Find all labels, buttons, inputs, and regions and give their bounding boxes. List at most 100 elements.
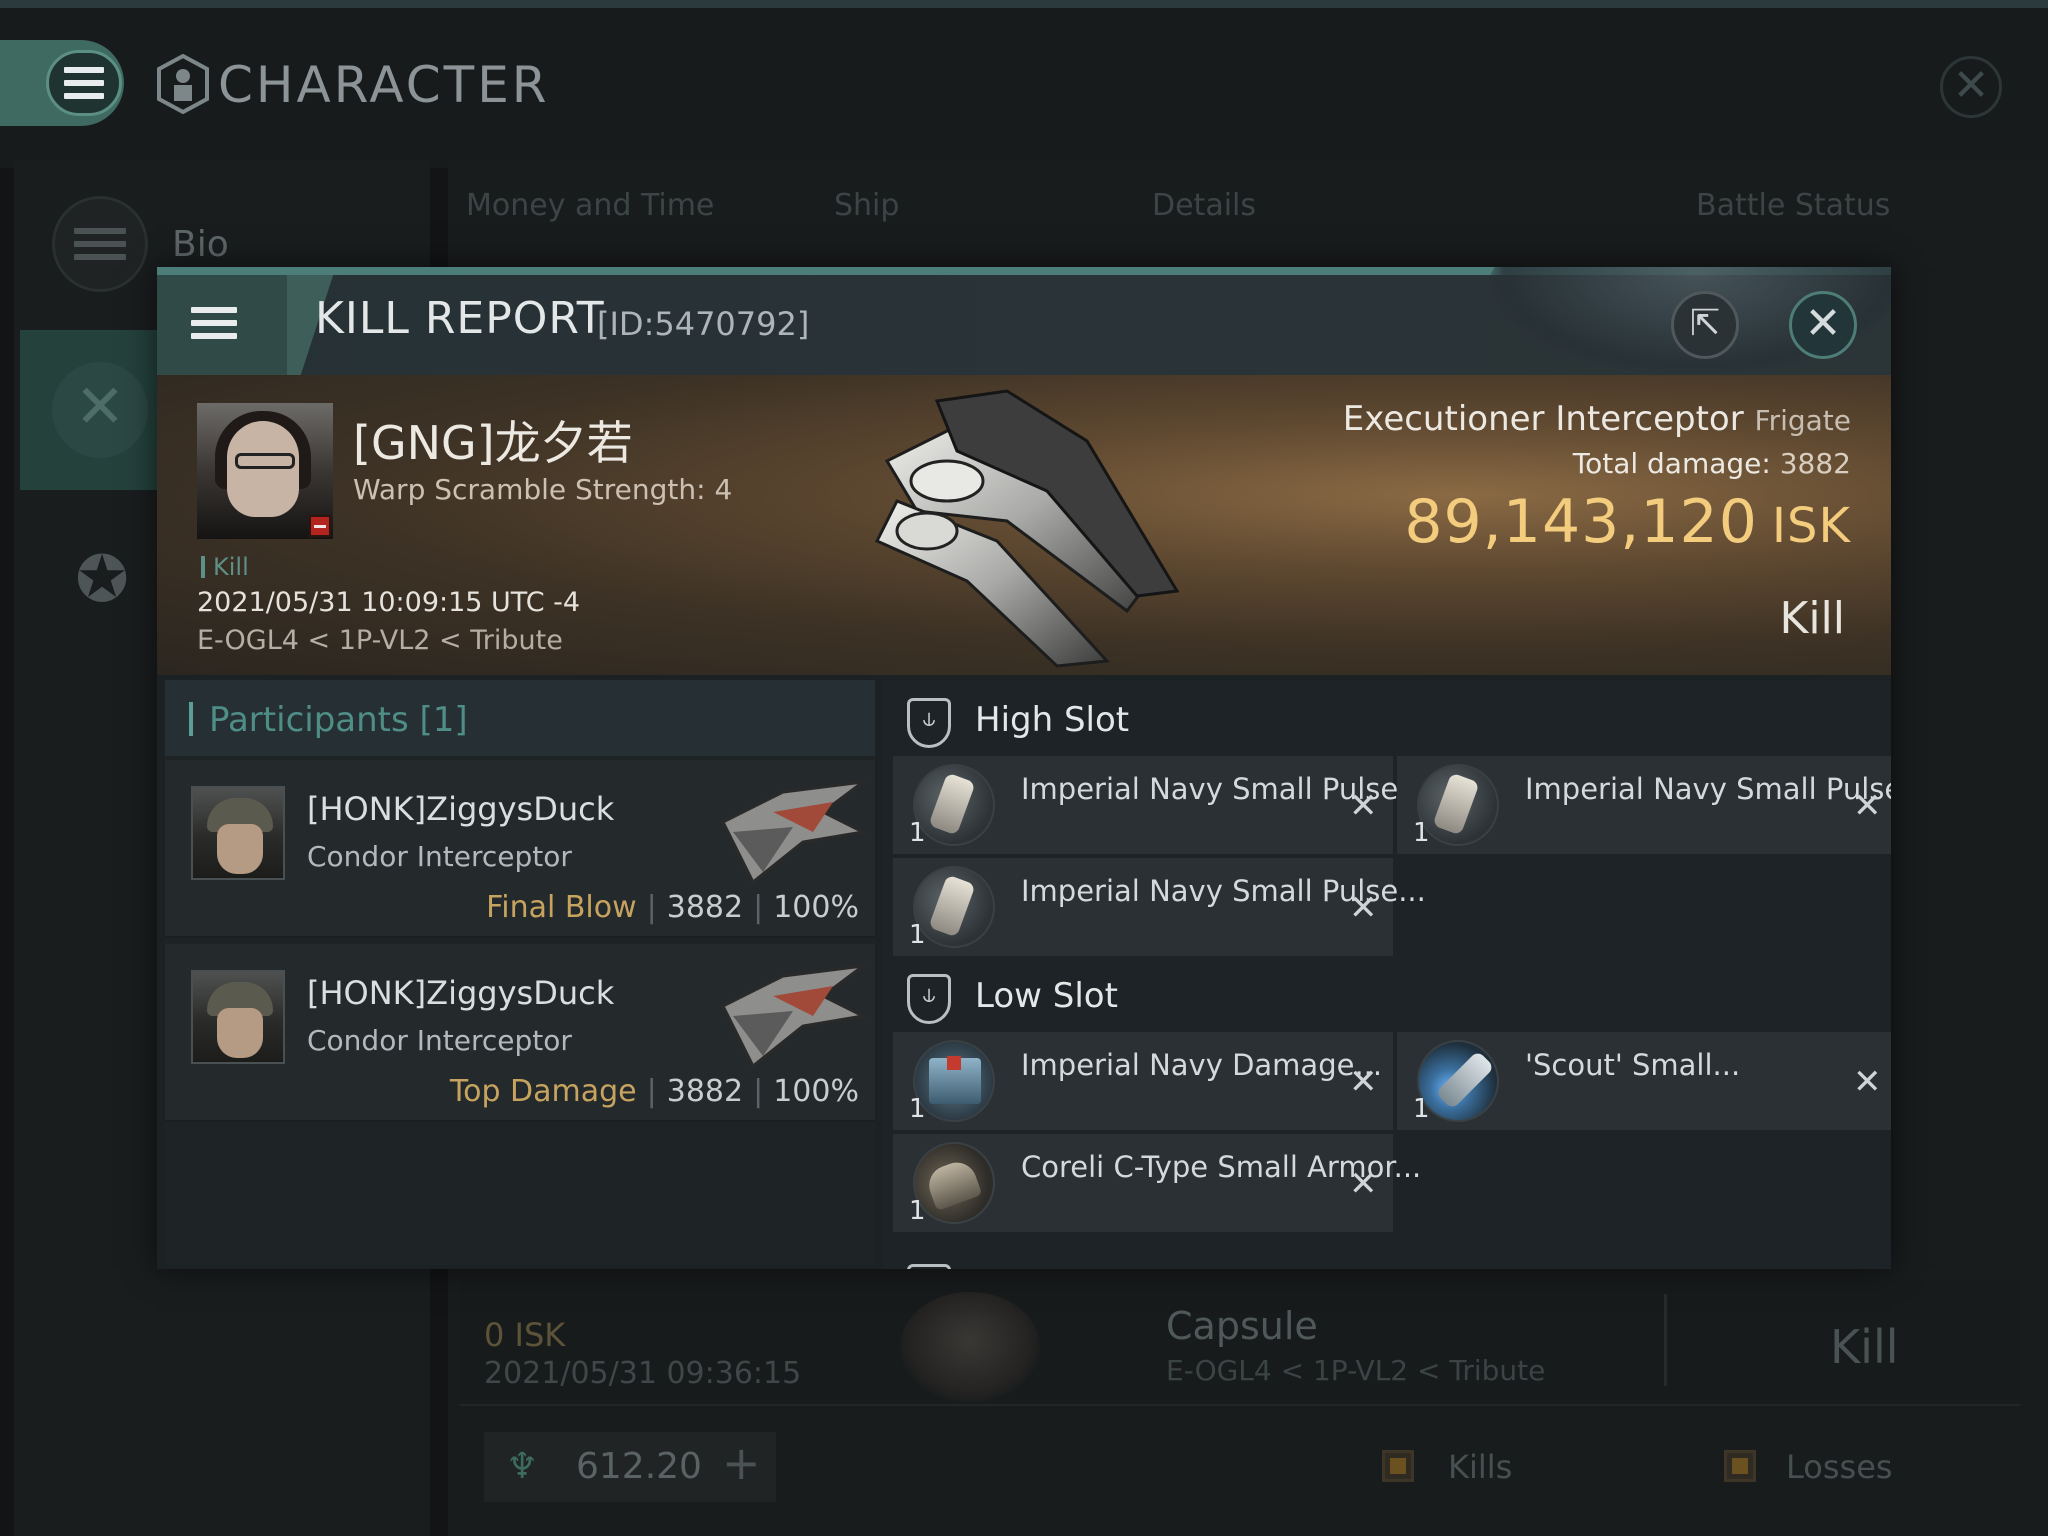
item-name: Imperial Navy Damage... xyxy=(1021,1048,1383,1082)
mid-slot-icon xyxy=(907,1264,951,1269)
losses-checkbox[interactable] xyxy=(1724,1450,1756,1482)
total-damage-value: 3882 xyxy=(1779,447,1851,480)
kill-datetime: 2021/05/31 10:09:15 UTC -4 xyxy=(197,587,581,618)
victim-banner: [GNG]龙夕若 Warp Scramble Strength: 4 Kill … xyxy=(157,375,1891,675)
close-icon: ✕ xyxy=(1804,298,1842,349)
isk-value: 89,143,120 ISK xyxy=(1404,487,1851,557)
item-quantity: 1 xyxy=(1413,818,1430,848)
menu-icon xyxy=(191,307,237,339)
destroyed-icon: ✕ xyxy=(1853,1062,1882,1102)
high-slot-title: High Slot xyxy=(975,700,1130,740)
row-ship: Capsule xyxy=(1166,1304,1318,1348)
participant-ship-image xyxy=(720,963,869,1069)
participant-ship: Condor Interceptor xyxy=(307,840,572,873)
item-quantity: 1 xyxy=(909,1196,926,1226)
final-blow-tag: Final Blow xyxy=(486,890,637,925)
low-slot-icon: ⫝ xyxy=(907,974,951,1024)
fitted-item[interactable]: 1 Imperial Navy Small Pulse... ✕ xyxy=(893,858,1426,956)
total-damage: Total damage: 3882 xyxy=(1573,447,1851,480)
participant-stats: Top Damage | 3882 | 100% xyxy=(450,1074,859,1109)
kill-location[interactable]: E-OGL4 < 1P-VL2 < Tribute xyxy=(197,625,563,656)
sidebar-item-bio[interactable]: Bio xyxy=(172,224,229,265)
row-isk: 0 ISK xyxy=(484,1316,566,1354)
sidebar-item-bio-icon[interactable] xyxy=(52,196,148,292)
victim-subtitle: Warp Scramble Strength: 4 xyxy=(353,473,733,506)
star-icon[interactable]: ✪ xyxy=(56,530,148,630)
close-button[interactable]: ✕ xyxy=(1789,291,1857,359)
fitted-item[interactable]: 1 'Scout' Small... ✕ xyxy=(1397,1032,1891,1130)
kill-report-dialog: KILL REPORT [ID:5470792] ⇱ ✕ [GNG]龙夕若 Wa… xyxy=(157,267,1891,1269)
high-slot-icon: ⫝ xyxy=(907,698,951,748)
participants-header: Participants [1] xyxy=(165,680,875,756)
kill-result: Kill xyxy=(1779,593,1845,644)
capsule-ship-icon xyxy=(900,1292,1040,1402)
menu-icon xyxy=(64,67,104,99)
participant-damage: 3882 xyxy=(666,890,744,925)
victim-name[interactable]: [GNG]龙夕若 xyxy=(353,407,633,473)
ship-name-text: Executioner Interceptor xyxy=(1342,399,1744,439)
dialog-menu-button[interactable] xyxy=(157,275,287,375)
stat-separator: | xyxy=(753,1074,764,1109)
victim-ship-name[interactable]: Executioner Interceptor Frigate xyxy=(1343,399,1851,439)
low-slot-title: Low Slot xyxy=(975,976,1118,1016)
item-name: Imperial Navy Small Pulse... xyxy=(1525,772,1891,806)
character-icon xyxy=(157,54,209,114)
crossed-swords-icon[interactable]: ✕ xyxy=(52,362,148,458)
avatar-glasses xyxy=(235,453,295,469)
stat-separator: | xyxy=(753,890,764,925)
participant-ship: Condor Interceptor xyxy=(307,1024,572,1057)
stat-separator: | xyxy=(646,890,657,925)
participant-damage: 3882 xyxy=(666,1074,744,1109)
ship-class: Frigate xyxy=(1754,404,1852,437)
participant-avatar[interactable] xyxy=(191,970,285,1064)
kills-checkbox[interactable] xyxy=(1382,1450,1414,1482)
kill-tag: Kill xyxy=(201,553,249,581)
external-link-icon: ⇱ xyxy=(1689,303,1721,344)
column-header-details: Details xyxy=(1152,188,1257,223)
destroyed-icon: ✕ xyxy=(1349,786,1378,826)
fitted-item[interactable]: 1 Coreli C-Type Small Armor... ✕ xyxy=(893,1134,1421,1232)
page-title: CHARACTER xyxy=(218,56,550,114)
add-balance-button[interactable]: + xyxy=(722,1436,761,1490)
participant-name: [HONK]ZiggysDuck xyxy=(307,974,615,1012)
stat-separator: | xyxy=(646,1074,657,1109)
victim-avatar[interactable] xyxy=(197,403,333,539)
main-menu-button[interactable] xyxy=(46,50,122,116)
top-damage-tag: Top Damage xyxy=(449,1074,637,1109)
list-icon xyxy=(74,228,126,260)
fitted-item[interactable]: 1 Imperial Navy Damage... ✕ xyxy=(893,1032,1393,1130)
participant-percent: 100% xyxy=(773,1074,859,1109)
participant-row[interactable]: [HONK]ZiggysDuck Condor Interceptor Top … xyxy=(165,944,875,1122)
losses-filter-label[interactable]: Losses xyxy=(1786,1448,1893,1486)
avatar-face xyxy=(227,421,299,517)
divider xyxy=(460,1404,2020,1406)
victim-ship-image xyxy=(874,389,1180,668)
isk-unit: ISK xyxy=(1771,498,1851,554)
kills-filter-label[interactable]: Kills xyxy=(1448,1448,1512,1486)
participant-row[interactable]: [HONK]ZiggysDuck Condor Interceptor Fina… xyxy=(165,760,875,938)
row-result: Kill xyxy=(1830,1320,1899,1374)
fitted-item[interactable]: 1 Imperial Navy Small Pulse... ✕ xyxy=(893,756,1426,854)
column-header-ship: Ship xyxy=(834,188,900,223)
row-date: 2021/05/31 09:36:15 xyxy=(484,1356,802,1391)
total-damage-label: Total damage: xyxy=(1572,447,1771,480)
mid-slot-header-partial xyxy=(883,1246,1891,1269)
column-header-money-time: Money and Time xyxy=(466,188,715,223)
destroyed-icon: ✕ xyxy=(1349,1062,1378,1102)
close-icon[interactable]: ✕ xyxy=(1940,56,2002,118)
participant-avatar[interactable] xyxy=(191,786,285,880)
fitting-panel: ⫝ High Slot 1 Imperial Navy Small Pulse.… xyxy=(883,680,1891,1269)
top-accent-line xyxy=(0,0,2048,8)
participant-percent: 100% xyxy=(773,890,859,925)
participant-ship-image xyxy=(720,779,869,885)
isk-amount: 89,143,120 xyxy=(1404,487,1758,557)
destroyed-icon: ✕ xyxy=(1349,1164,1378,1204)
fitted-item[interactable]: 1 Imperial Navy Small Pulse... ✕ xyxy=(1397,756,1891,854)
standing-badge-icon xyxy=(309,515,331,537)
item-name: 'Scout' Small... xyxy=(1525,1048,1741,1082)
share-button[interactable]: ⇱ xyxy=(1671,291,1739,359)
dialog-title: KILL REPORT xyxy=(315,293,605,344)
row-location: E-OGL4 < 1P-VL2 < Tribute xyxy=(1166,1354,1546,1387)
kill-tag-label: Kill xyxy=(213,553,249,581)
balance-value: 612.20 xyxy=(576,1446,702,1487)
